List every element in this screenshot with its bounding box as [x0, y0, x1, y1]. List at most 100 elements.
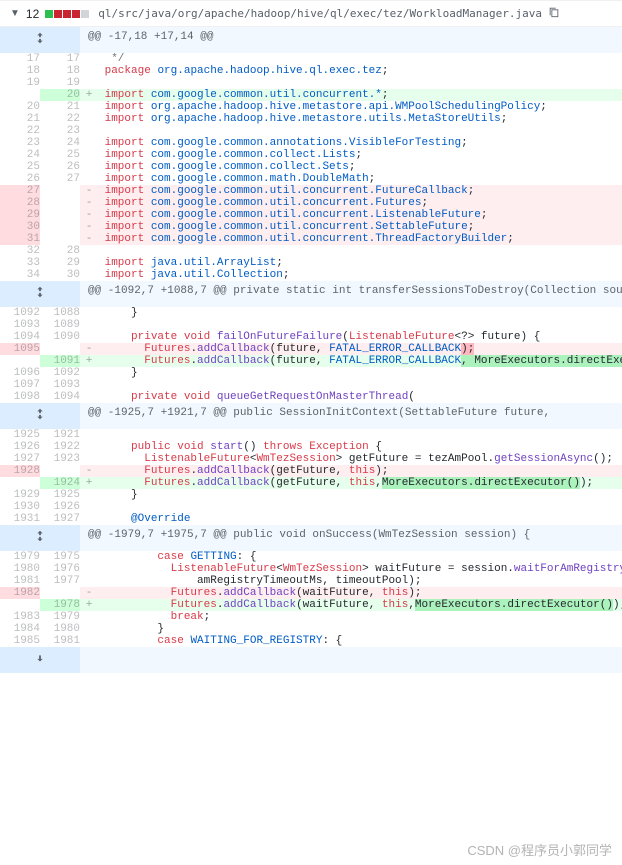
old-line-number[interactable]: 1930 [0, 501, 40, 513]
old-line-number[interactable]: 1096 [0, 367, 40, 379]
old-line-number[interactable]: 30 [0, 221, 40, 233]
new-line-number[interactable]: 20 [40, 89, 80, 101]
new-line-number[interactable]: 1977 [40, 575, 80, 587]
old-line-number[interactable]: 1093 [0, 319, 40, 331]
old-line-number[interactable]: 1094 [0, 331, 40, 343]
old-line-number[interactable] [0, 355, 40, 367]
old-line-number[interactable]: 27 [0, 185, 40, 197]
old-line-number[interactable]: 19 [0, 77, 40, 89]
new-line-number[interactable]: 1091 [40, 355, 80, 367]
old-line-number[interactable]: 34 [0, 269, 40, 281]
new-line-number[interactable]: 1978 [40, 599, 80, 611]
old-line-number[interactable]: 1098 [0, 391, 40, 403]
copy-icon[interactable] [548, 6, 560, 21]
chevron-down-icon[interactable]: ▼ [10, 8, 20, 19]
new-line-number[interactable]: 25 [40, 149, 80, 161]
new-line-number[interactable]: 1979 [40, 611, 80, 623]
old-line-number[interactable]: 1095 [0, 343, 40, 355]
expand-icon[interactable] [33, 651, 47, 669]
old-line-number[interactable]: 31 [0, 233, 40, 245]
old-line-number[interactable]: 1928 [0, 465, 40, 477]
old-line-number[interactable]: 1092 [0, 307, 40, 319]
new-line-number[interactable]: 1981 [40, 635, 80, 647]
new-line-number[interactable] [40, 197, 80, 209]
new-line-number[interactable] [40, 465, 80, 477]
old-line-number[interactable]: 25 [0, 161, 40, 173]
new-line-number[interactable]: 22 [40, 113, 80, 125]
new-line-number[interactable]: 19 [40, 77, 80, 89]
new-line-number[interactable]: 1088 [40, 307, 80, 319]
expand-icon[interactable] [33, 285, 47, 303]
old-line-number[interactable]: 33 [0, 257, 40, 269]
new-line-number[interactable]: 1921 [40, 429, 80, 441]
expand-hunk-button[interactable] [0, 525, 80, 551]
expand-hunk-button[interactable] [0, 403, 80, 429]
new-line-number[interactable]: 1975 [40, 551, 80, 563]
new-line-number[interactable] [40, 185, 80, 197]
new-line-number[interactable]: 1926 [40, 501, 80, 513]
new-line-number[interactable] [40, 343, 80, 355]
expand-hunk-button[interactable] [0, 281, 80, 307]
old-line-number[interactable] [0, 599, 40, 611]
new-line-number[interactable]: 26 [40, 161, 80, 173]
old-line-number[interactable]: 26 [0, 173, 40, 185]
old-line-number[interactable]: 17 [0, 53, 40, 65]
new-line-number[interactable]: 18 [40, 65, 80, 77]
new-line-number[interactable]: 30 [40, 269, 80, 281]
old-line-number[interactable]: 1097 [0, 379, 40, 391]
old-line-number[interactable]: 1984 [0, 623, 40, 635]
new-line-number[interactable]: 1089 [40, 319, 80, 331]
old-line-number[interactable]: 22 [0, 125, 40, 137]
old-line-number[interactable]: 1929 [0, 489, 40, 501]
old-line-number[interactable]: 32 [0, 245, 40, 257]
new-line-number[interactable]: 1093 [40, 379, 80, 391]
new-line-number[interactable]: 1090 [40, 331, 80, 343]
new-line-number[interactable]: 1924 [40, 477, 80, 489]
old-line-number[interactable]: 28 [0, 197, 40, 209]
old-line-number[interactable]: 1927 [0, 453, 40, 465]
new-line-number[interactable]: 1922 [40, 441, 80, 453]
old-line-number[interactable] [0, 89, 40, 101]
new-line-number[interactable]: 1092 [40, 367, 80, 379]
file-path[interactable]: ql/src/java/org/apache/hadoop/hive/ql/ex… [98, 7, 542, 20]
old-line-number[interactable]: 1981 [0, 575, 40, 587]
old-line-number[interactable]: 1985 [0, 635, 40, 647]
old-line-number[interactable]: 1980 [0, 563, 40, 575]
old-line-number[interactable]: 1983 [0, 611, 40, 623]
expand-hunk-button[interactable] [0, 647, 80, 673]
old-line-number[interactable]: 21 [0, 113, 40, 125]
expand-icon[interactable] [33, 529, 47, 547]
old-line-number[interactable]: 1979 [0, 551, 40, 563]
diff-line: 2526 import com.google.common.collect.Se… [0, 161, 622, 173]
old-line-number[interactable]: 24 [0, 149, 40, 161]
new-line-number[interactable]: 21 [40, 101, 80, 113]
old-line-number[interactable]: 1931 [0, 513, 40, 525]
new-line-number[interactable]: 29 [40, 257, 80, 269]
old-line-number[interactable]: 23 [0, 137, 40, 149]
old-line-number[interactable]: 20 [0, 101, 40, 113]
expand-icon[interactable] [33, 407, 47, 425]
old-line-number[interactable]: 18 [0, 65, 40, 77]
old-line-number[interactable]: 1925 [0, 429, 40, 441]
new-line-number[interactable]: 17 [40, 53, 80, 65]
new-line-number[interactable]: 28 [40, 245, 80, 257]
new-line-number[interactable] [40, 221, 80, 233]
new-line-number[interactable]: 1976 [40, 563, 80, 575]
expand-icon[interactable] [33, 31, 47, 49]
new-line-number[interactable] [40, 209, 80, 221]
new-line-number[interactable]: 23 [40, 125, 80, 137]
expand-hunk-button[interactable] [0, 27, 80, 53]
new-line-number[interactable]: 1925 [40, 489, 80, 501]
old-line-number[interactable]: 1926 [0, 441, 40, 453]
new-line-number[interactable]: 1923 [40, 453, 80, 465]
new-line-number[interactable]: 1094 [40, 391, 80, 403]
old-line-number[interactable] [0, 477, 40, 489]
new-line-number[interactable]: 27 [40, 173, 80, 185]
new-line-number[interactable]: 1927 [40, 513, 80, 525]
new-line-number[interactable] [40, 587, 80, 599]
new-line-number[interactable]: 24 [40, 137, 80, 149]
new-line-number[interactable]: 1980 [40, 623, 80, 635]
new-line-number[interactable] [40, 233, 80, 245]
old-line-number[interactable]: 29 [0, 209, 40, 221]
old-line-number[interactable]: 1982 [0, 587, 40, 599]
